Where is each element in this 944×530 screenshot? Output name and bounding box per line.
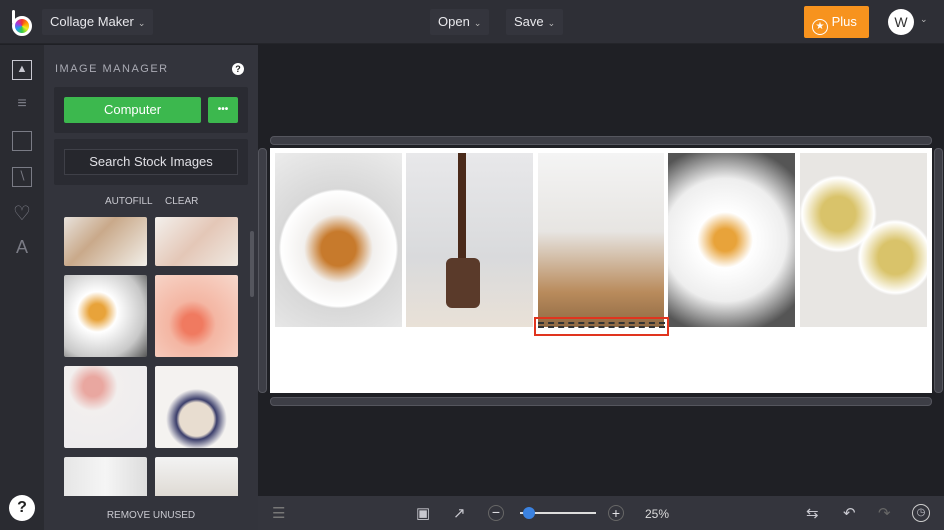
tool-rail: ▲ ≡ ∖ ♡ A ? [0,45,44,530]
search-stock-images-button[interactable]: Search Stock Images [64,149,238,175]
thumbnail[interactable] [64,275,147,357]
app-menu-label: Collage Maker [50,14,134,29]
clear-button[interactable]: CLEAR [165,196,198,207]
chevron-down-icon: ⌄ [473,18,482,28]
help-button[interactable]: ? [9,495,35,521]
expand-icon[interactable]: ↗ [453,504,466,522]
plus-label: Plus [831,14,857,29]
zoom-level: 25% [645,507,670,521]
layout-icon[interactable] [12,131,32,151]
bottom-toolbar: ☰ ▣ ↗ − + 25% ⇆ ↶ ↷ ◷ [258,496,944,530]
save-dropdown[interactable]: Save ⌄ [506,9,564,35]
thumbnail[interactable] [64,217,147,266]
plus-button[interactable]: ★ Plus [804,6,869,38]
zoom-slider[interactable] [520,507,596,519]
image-manager-panel: IMAGE MANAGER ? Computer ••• Search Stoc… [44,45,258,530]
help-icon[interactable]: ? [232,63,244,75]
panel-title: IMAGE MANAGER [55,63,169,75]
undo-icon[interactable]: ↶ [843,504,856,522]
image-icon[interactable]: ▲ [12,60,32,80]
zoom-in-button[interactable]: + [608,505,624,521]
save-label: Save [514,14,544,29]
avatar[interactable]: W [888,9,914,35]
selection-handle[interactable] [534,317,669,336]
thumbnail[interactable] [64,457,147,496]
collage-photo[interactable] [406,153,533,327]
computer-button[interactable]: Computer [64,97,201,123]
sliders-icon[interactable]: ≡ [12,95,32,115]
chevron-down-icon: ⌄ [547,18,556,28]
more-options-button[interactable]: ••• [208,97,238,123]
thumbnail[interactable] [155,275,238,357]
thumbnail[interactable] [64,366,147,448]
chevron-down-icon[interactable]: ⌄ [920,14,928,25]
collage-photo[interactable] [275,153,402,327]
thumbnail-list [44,217,258,496]
text-icon[interactable]: A [12,237,32,257]
left-scrollbar[interactable] [258,148,267,393]
app-logo[interactable] [12,10,34,36]
star-icon: ★ [812,19,828,35]
layers-icon[interactable]: ☰ [272,504,285,522]
upload-box: Computer ••• [54,87,248,133]
thumbnail[interactable] [155,366,238,448]
right-scrollbar[interactable] [934,148,943,393]
top-scrollbar[interactable] [270,136,932,145]
redo-icon: ↷ [878,505,891,522]
texture-icon[interactable]: ∖ [12,167,32,187]
app-menu-dropdown[interactable]: Collage Maker ⌄ [42,9,154,35]
zoom-out-button[interactable]: − [488,505,504,521]
history-icon[interactable]: ◷ [912,504,930,522]
swap-icon[interactable]: ⇆ [806,504,819,522]
zoom-slider-thumb[interactable] [523,507,535,519]
stock-box: Search Stock Images [54,139,248,185]
collage-photo[interactable] [668,153,795,327]
bottom-scrollbar[interactable] [270,397,932,406]
top-bar: Collage Maker ⌄ Open ⌄ Save ⌄ ★ Plus W ⌄ [0,0,944,44]
open-dropdown[interactable]: Open ⌄ [430,9,490,35]
remove-unused-button[interactable]: REMOVE UNUSED [44,510,258,521]
autofill-button[interactable]: AUTOFILL [105,196,153,207]
thumbnail[interactable] [155,217,238,266]
collage-photo[interactable] [800,153,927,327]
panel-scrollbar[interactable] [250,231,254,297]
thumbnail[interactable] [155,457,238,496]
fit-screen-icon[interactable]: ▣ [416,504,430,522]
chevron-down-icon: ⌄ [137,18,146,28]
open-label: Open [438,14,470,29]
heart-icon[interactable]: ♡ [12,201,32,225]
collage-photo[interactable] [538,153,664,327]
